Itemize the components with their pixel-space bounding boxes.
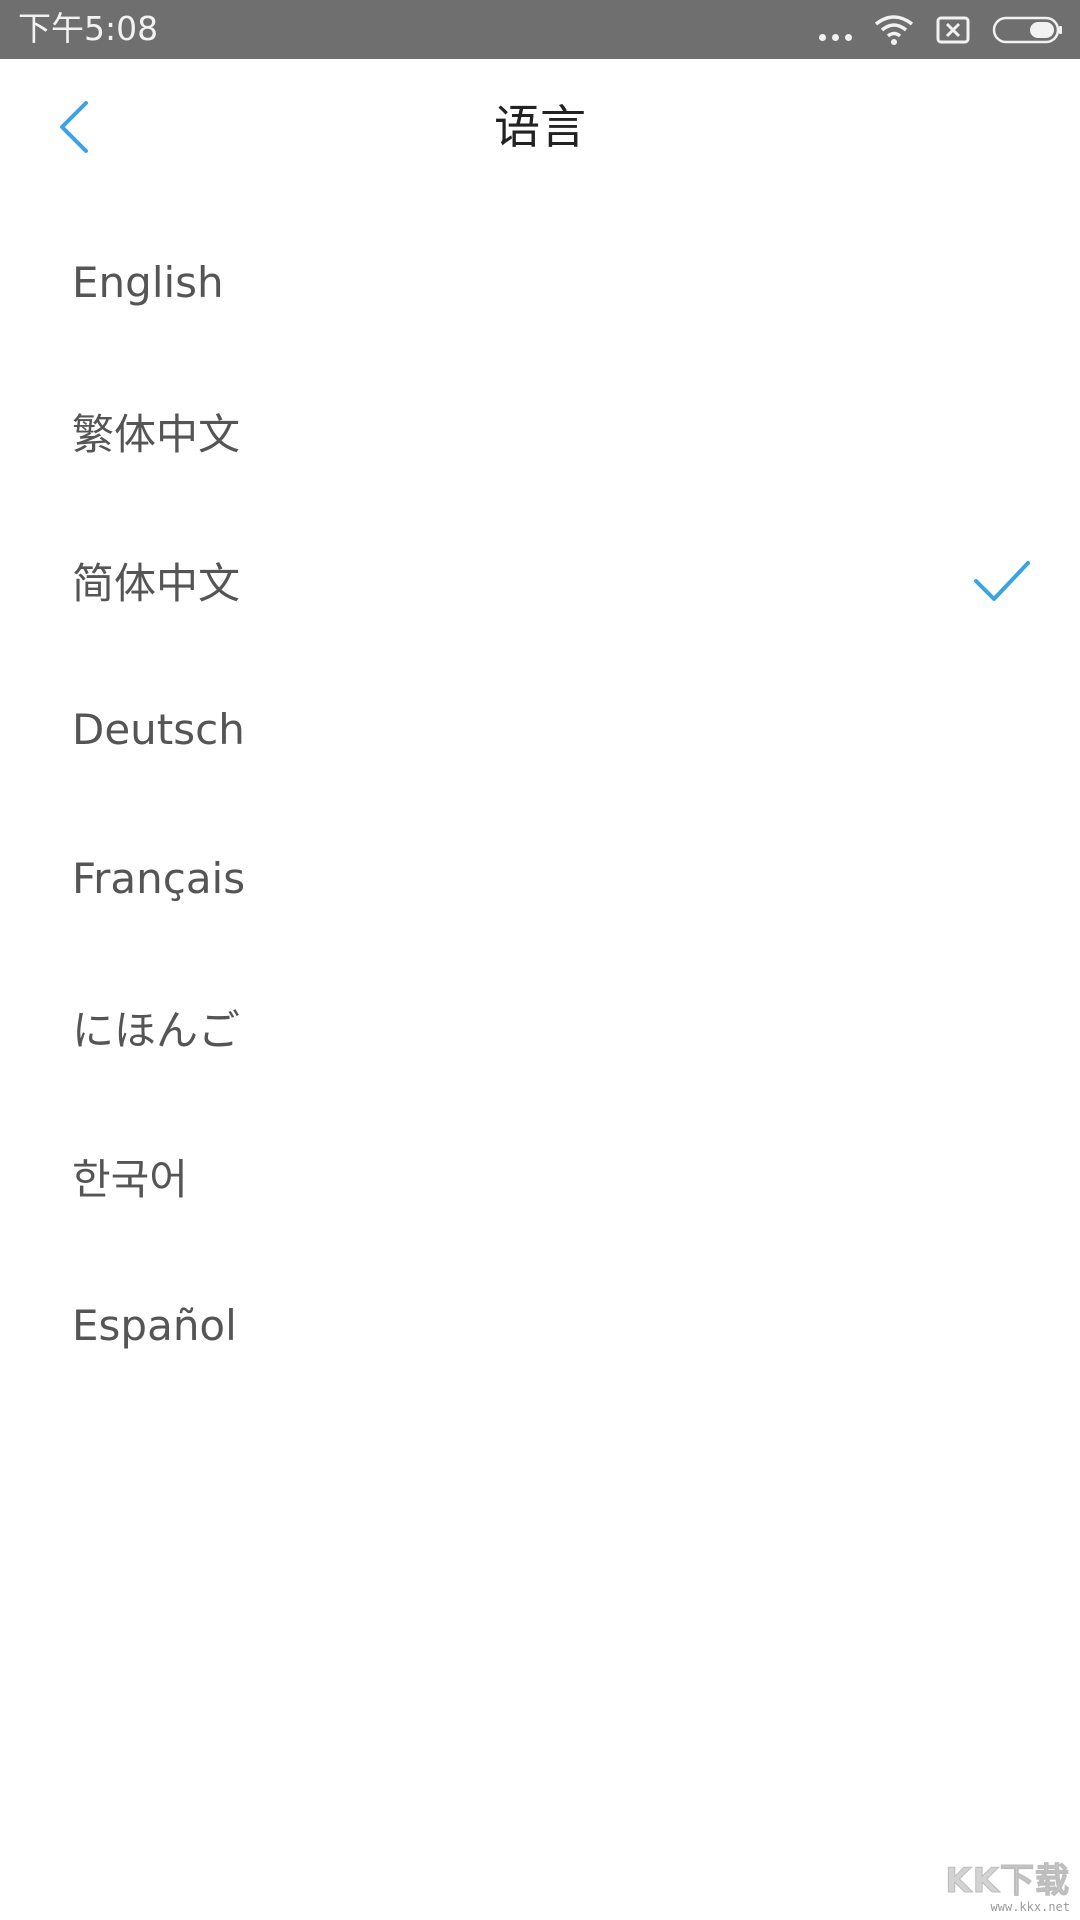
language-label: Español [72,1301,237,1350]
watermark: KK下载 www.kkx.net [945,1853,1070,1915]
watermark-logo: KK下载 [945,1861,1070,1902]
status-time: 下午5:08 [18,9,159,48]
top-bar: 语言 [0,59,1080,189]
language-label: 简体中文 [72,559,241,608]
checkmark-icon [974,560,1030,601]
language-list: English 繁体中文 简体中文 Deutsch Français にほんご … [0,208,1080,1400]
language-label: 한국어 [72,1155,188,1204]
status-bar: 下午5:08 [0,0,1080,59]
wifi-icon [874,15,914,45]
language-option-korean[interactable]: 한국어 [0,1102,1080,1251]
language-option-english[interactable]: English [0,208,1080,357]
language-option-japanese[interactable]: にほんご [0,953,1080,1102]
language-label: Français [72,854,246,903]
language-option-traditional-chinese[interactable]: 繁体中文 [0,357,1080,506]
more-dots-icon [819,33,852,41]
language-option-french[interactable]: Français [0,804,1080,953]
page-title: 语言 [494,100,586,154]
sim-x-icon [936,16,970,44]
battery-icon [992,16,1062,44]
language-option-spanish[interactable]: Español [0,1251,1080,1400]
language-label: English [72,258,224,307]
language-label: 繁体中文 [72,410,241,459]
language-option-german[interactable]: Deutsch [0,655,1080,804]
language-label: にほんご [72,1006,241,1055]
watermark-url: www.kkx.net [990,1900,1070,1914]
language-label: Deutsch [72,705,245,754]
status-icons [819,12,1064,48]
language-option-simplified-chinese[interactable]: 简体中文 [0,506,1080,655]
